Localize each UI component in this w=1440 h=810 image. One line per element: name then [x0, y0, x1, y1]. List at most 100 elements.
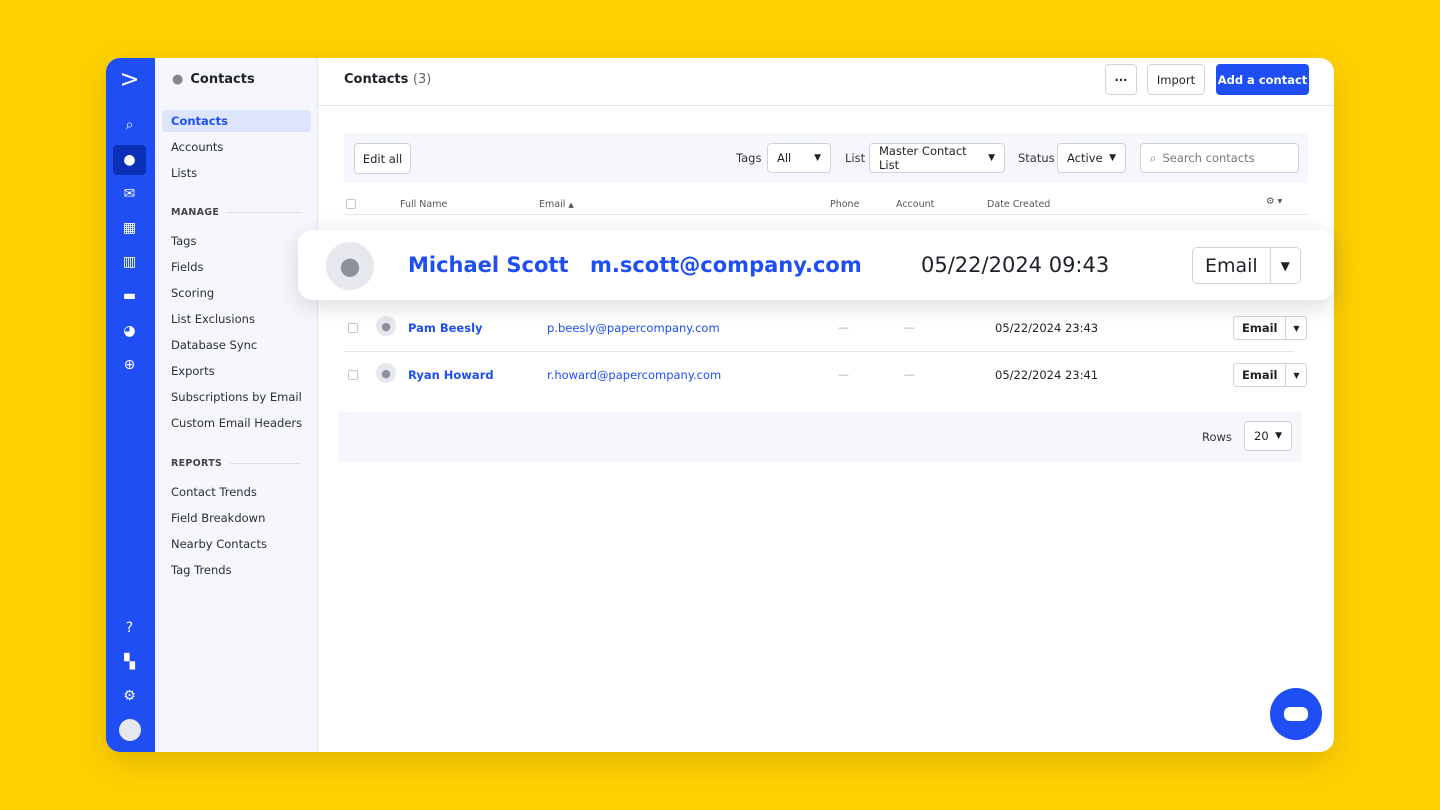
email-action-label[interactable]: Email [1234, 317, 1287, 339]
reports-heading: REPORTS [171, 458, 301, 469]
contact-count: (3) [412, 72, 432, 87]
sidebar-item-contacts[interactable]: Contacts [162, 110, 311, 132]
table-row[interactable]: ● Pam Beesly p.beesly@papercompany.com —… [344, 305, 1308, 351]
logo-icon[interactable]: > [113, 64, 146, 94]
caret-down-icon[interactable]: ▼ [1271, 248, 1300, 283]
settings-icon[interactable]: ⚙ [113, 681, 146, 711]
sidebar-item-exports[interactable]: Exports [162, 360, 311, 382]
rows-value: 20 [1254, 429, 1269, 443]
tags-label: Tags [736, 151, 762, 165]
sidebar-title-text: Contacts [190, 72, 255, 87]
automations-icon[interactable]: ▦ [113, 213, 146, 243]
search-icon: ⌕ [1150, 150, 1157, 165]
sidebar-item-subscriptions[interactable]: Subscriptions by Email [162, 386, 311, 408]
col-full-name[interactable]: Full Name [400, 199, 447, 210]
col-date-created[interactable]: Date Created [987, 199, 1050, 210]
col-account[interactable]: Account [896, 199, 934, 210]
email-action-button[interactable]: Email ▼ [1192, 247, 1301, 284]
list-select[interactable]: Master Contact List ▼ [869, 143, 1005, 173]
reports-icon[interactable]: ◕ [113, 316, 146, 346]
date-cell: 05/22/2024 09:43 [921, 253, 1110, 277]
caret-down-icon: ▼ [1109, 153, 1116, 163]
account-cell: — [904, 321, 915, 334]
apps-icon[interactable]: ▚ [113, 647, 146, 677]
help-icon[interactable]: ? [113, 613, 146, 643]
sidebar-item-nearby-contacts[interactable]: Nearby Contacts [162, 533, 311, 555]
caret-down-icon: ▼ [814, 153, 821, 163]
date-cell: 05/22/2024 23:41 [995, 368, 1099, 382]
pipelines-icon[interactable]: ▥ [113, 247, 146, 277]
sidebar-item-field-breakdown[interactable]: Field Breakdown [162, 507, 311, 529]
avatar-icon[interactable] [113, 715, 146, 745]
status-label: Status [1018, 151, 1055, 165]
contact-name-link[interactable]: Pam Beesly [408, 321, 483, 335]
sidebar-item-tags[interactable]: Tags [162, 230, 311, 252]
page-title: Contacts (3) [344, 72, 431, 87]
select-all-checkbox[interactable] [346, 199, 356, 209]
filter-bar: Edit all Tags All ▼ List Master Contact L… [344, 133, 1308, 183]
upgrade-icon[interactable]: ⊕ [113, 350, 146, 380]
sidebar-item-fields[interactable]: Fields [162, 256, 311, 278]
chat-icon [1284, 707, 1308, 721]
sidebar-item-database-sync[interactable]: Database Sync [162, 334, 311, 356]
edit-all-button[interactable]: Edit all [354, 143, 411, 174]
tags-value: All [777, 151, 792, 165]
col-email-text: Email [539, 199, 566, 210]
contact-name-link[interactable]: Ryan Howard [408, 368, 494, 382]
search-input[interactable]: ⌕ Search contacts [1140, 143, 1299, 173]
contact-email-link[interactable]: p.beesly@papercompany.com [547, 321, 720, 335]
sidebar-item-contact-trends[interactable]: Contact Trends [162, 481, 311, 503]
contacts-icon[interactable]: ● [113, 145, 146, 175]
caret-down-icon[interactable]: ▼ [1286, 317, 1306, 339]
status-select[interactable]: Active ▼ [1057, 143, 1126, 173]
avatar: ● [376, 363, 396, 383]
search-icon[interactable]: ⌕ [113, 110, 146, 140]
contact-email-link[interactable]: r.howard@papercompany.com [547, 368, 721, 382]
email-action-button[interactable]: Email ▼ [1233, 316, 1308, 340]
website-icon[interactable]: ▬ [113, 281, 146, 311]
tags-select[interactable]: All ▼ [767, 143, 831, 173]
email-action-label[interactable]: Email [1234, 364, 1287, 386]
person-icon: ● [172, 72, 184, 87]
col-phone[interactable]: Phone [830, 199, 859, 210]
sidebar-item-accounts[interactable]: Accounts [162, 136, 311, 158]
list-label: List [845, 151, 866, 165]
rows-label: Rows [1202, 430, 1232, 444]
table-footer: Rows 20 ▼ [338, 412, 1302, 462]
date-cell: 05/22/2024 23:43 [995, 321, 1099, 335]
phone-cell: — [838, 321, 849, 334]
contact-email-link[interactable]: m.scott@company.com [590, 253, 862, 277]
sidebar-item-list-exclusions[interactable]: List Exclusions [162, 308, 311, 330]
icon-rail: > ⌕ ● ✉ ▦ ▥ ▬ ◕ ⊕ ? ▚ ⚙ [106, 58, 155, 752]
row-checkbox[interactable] [348, 323, 358, 333]
page-title-text: Contacts [344, 72, 409, 87]
sidebar-item-tag-trends[interactable]: Tag Trends [162, 559, 311, 581]
sort-asc-icon: ▲ [568, 201, 574, 209]
phone-cell: — [838, 368, 849, 381]
page-header: Contacts (3) ··· Import Add a contact [318, 58, 1334, 106]
caret-down-icon[interactable]: ▼ [1286, 364, 1306, 386]
sidebar-item-custom-headers[interactable]: Custom Email Headers [162, 412, 311, 434]
email-action-label[interactable]: Email [1193, 248, 1271, 283]
rows-per-page-select[interactable]: 20 ▼ [1244, 421, 1292, 451]
list-value: Master Contact List [879, 144, 967, 172]
email-action-button[interactable]: Email ▼ [1233, 363, 1308, 387]
chat-button[interactable] [1270, 688, 1322, 740]
manage-heading: MANAGE [171, 207, 301, 218]
avatar: ● [326, 242, 374, 290]
table-row[interactable]: ● Ryan Howard r.howard@papercompany.com … [344, 352, 1308, 398]
highlighted-contact-card[interactable]: ● Michael Scott m.scott@company.com 05/2… [298, 230, 1334, 300]
row-checkbox[interactable] [348, 370, 358, 380]
sidebar-item-scoring[interactable]: Scoring [162, 282, 311, 304]
status-value: Active [1067, 151, 1103, 165]
app-window: > ⌕ ● ✉ ▦ ▥ ▬ ◕ ⊕ ? ▚ ⚙ ● Contacts Contac… [106, 58, 1334, 752]
add-contact-button[interactable]: Add a contact [1216, 64, 1309, 95]
sidebar-title: ● Contacts [172, 72, 255, 87]
import-button[interactable]: Import [1147, 64, 1205, 95]
more-button[interactable]: ··· [1105, 64, 1137, 95]
contact-name-link[interactable]: Michael Scott [408, 253, 569, 277]
sidebar-item-lists[interactable]: Lists [162, 162, 311, 184]
col-email[interactable]: Email ▲ [539, 199, 574, 210]
column-settings-icon[interactable]: ⚙ ▾ [1266, 196, 1282, 207]
email-icon[interactable]: ✉ [113, 179, 146, 209]
